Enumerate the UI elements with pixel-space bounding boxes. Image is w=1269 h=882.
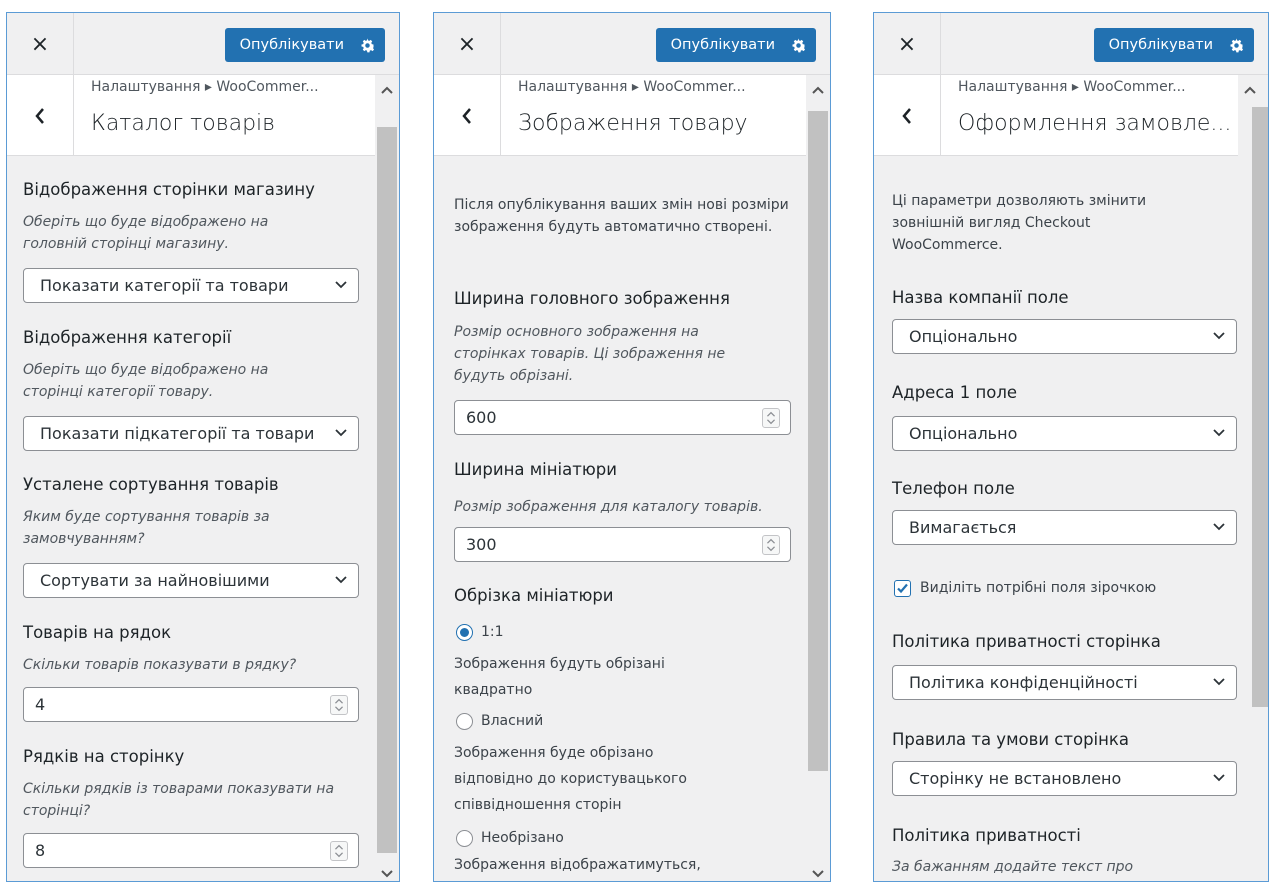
crop-option-desc: Зображення будуть обрізані квадратно (454, 656, 665, 698)
spinner-arrows-icon[interactable] (330, 695, 348, 715)
scrollbar-thumb[interactable] (1252, 107, 1268, 707)
spinner-arrows-icon[interactable] (762, 535, 780, 555)
chevron-down-icon (335, 429, 347, 437)
category-display-desc: Оберіть що буде відображено на сторінці … (23, 362, 269, 400)
chevron-down-icon (1213, 332, 1225, 340)
scroll-up-icon[interactable] (811, 85, 825, 95)
intro-text: Після опублікування ваших змін нові розм… (454, 197, 789, 235)
terms-page-value: Сторінку не встановлено (909, 769, 1122, 788)
shop-display-desc: Оберіть що буде відображено на головній … (23, 214, 269, 252)
scroll-up-icon[interactable] (380, 85, 394, 95)
default-sorting-select[interactable]: Сортувати за найновішими (23, 563, 359, 598)
default-sorting-value: Сортувати за найновішими (40, 571, 270, 590)
crop-option-label: Необрізано (481, 830, 564, 846)
rows-per-page-value: 8 (35, 841, 46, 860)
rows-per-page-heading: Рядків на сторінку (23, 747, 185, 766)
category-display-value: Показати підкатегорії та товари (40, 424, 315, 443)
phone-field-select[interactable]: Вимагається (892, 510, 1237, 545)
phone-field-heading: Телефон поле (892, 479, 1015, 498)
highlight-required-checkbox[interactable] (894, 580, 911, 597)
chevron-down-icon (1213, 678, 1225, 686)
category-display-heading: Відображення категорії (23, 328, 232, 347)
privacy-page-select[interactable]: Політика конфіденційності (892, 665, 1237, 700)
company-field-heading: Назва компанії поле (892, 288, 1069, 307)
products-per-row-value: 4 (35, 695, 46, 714)
products-per-row-input[interactable]: 4 (23, 687, 359, 722)
thumb-width-heading: Ширина мініатюри (454, 460, 617, 479)
gear-icon[interactable] (791, 38, 806, 53)
privacy-page-heading: Політика приватності сторінка (892, 632, 1161, 651)
shop-display-heading: Відображення сторінки магазину (23, 180, 315, 199)
company-field-value: Опціонально (909, 327, 1018, 346)
terms-page-select[interactable]: Сторінку не встановлено (892, 761, 1237, 796)
intro-text: Ці параметри дозволяють змінити зовнішні… (892, 193, 1147, 253)
default-sorting-heading: Усталене сортування товарів (23, 475, 279, 494)
phone-field-value: Вимагається (909, 518, 1017, 537)
crop-option-label: 1:1 (481, 624, 504, 640)
scrollbar[interactable] (375, 75, 399, 881)
settings-form: Відображення сторінки магазину Оберіть щ… (23, 13, 359, 881)
crop-radio-uncropped[interactable] (456, 830, 473, 847)
thumb-width-desc: Розмір зображення для каталогу товарів. (454, 499, 763, 515)
gear-icon[interactable] (1229, 38, 1244, 53)
main-width-heading: Ширина головного зображення (454, 289, 730, 308)
products-per-row-desc: Скільки товарів показувати в рядку? (23, 657, 297, 673)
privacy-page-value: Політика конфіденційності (909, 673, 1138, 692)
category-display-select[interactable]: Показати підкатегорії та товари (23, 416, 359, 451)
rows-per-page-desc: Скільки рядків із товарами показувати на… (23, 781, 335, 819)
scrollbar[interactable] (1238, 75, 1268, 881)
customizer-panel-product-images: × Опублікувати Налаштування ▸ WooCommer.… (433, 12, 831, 882)
address1-field-value: Опціонально (909, 424, 1018, 443)
chevron-down-icon (335, 281, 347, 289)
shop-display-select[interactable]: Показати категорії та товари (23, 268, 359, 303)
scrollbar-thumb[interactable] (808, 111, 828, 771)
crop-option-label: Власний (481, 713, 544, 729)
scrollbar[interactable] (806, 75, 830, 881)
default-sorting-desc: Яким буде сортування товарів за замовчув… (23, 509, 270, 547)
scroll-down-icon[interactable] (811, 869, 825, 879)
crop-option-desc: Зображення буде обрізано відповідно до к… (454, 745, 687, 813)
gear-icon[interactable] (360, 38, 375, 53)
address1-field-select[interactable]: Опціонально (892, 416, 1237, 451)
chevron-down-icon (1213, 774, 1225, 782)
scrollbar-thumb[interactable] (377, 127, 397, 853)
address1-field-heading: Адреса 1 поле (892, 383, 1018, 402)
crop-radio-1-1[interactable] (456, 624, 473, 641)
cropping-heading: Обрізка мініатюри (454, 586, 614, 605)
products-per-row-heading: Товарів на рядок (23, 623, 172, 642)
crop-option-desc: Зображення відображатимуться, (454, 857, 701, 873)
main-width-input[interactable]: 600 (454, 400, 791, 435)
customizer-panel-catalog: × Опублікувати Налаштування ▸ WooCommer.… (6, 12, 400, 882)
main-width-desc: Розмір основного зображення на сторінках… (454, 324, 726, 384)
chevron-down-icon (1213, 523, 1225, 531)
customizer-panel-checkout: × Опублікувати Налаштування ▸ WooCommer.… (873, 12, 1269, 882)
settings-form: Ці параметри дозволяють змінити зовнішні… (892, 13, 1237, 881)
terms-page-heading: Правила та умови сторінка (892, 730, 1130, 749)
company-field-select[interactable]: Опціонально (892, 319, 1237, 354)
thumb-width-value: 300 (466, 535, 497, 554)
thumb-width-input[interactable]: 300 (454, 527, 791, 562)
rows-per-page-input[interactable]: 8 (23, 833, 359, 868)
highlight-required-label: Виділіть потрібні поля зірочкою (920, 580, 1157, 596)
scroll-down-icon[interactable] (380, 869, 394, 879)
settings-form: Після опублікування ваших змін нові розм… (454, 13, 791, 881)
privacy-policy-heading: Політика приватності (892, 826, 1081, 845)
spinner-arrows-icon[interactable] (762, 408, 780, 428)
privacy-policy-desc: За бажанням додайте текст про (892, 859, 1134, 875)
crop-radio-custom[interactable] (456, 713, 473, 730)
main-width-value: 600 (466, 408, 497, 427)
spinner-arrows-icon[interactable] (330, 841, 348, 861)
chevron-down-icon (1213, 429, 1225, 437)
chevron-down-icon (335, 576, 347, 584)
checkmark-icon (897, 583, 908, 594)
shop-display-value: Показати категорії та товари (40, 276, 289, 295)
scroll-up-icon[interactable] (1243, 85, 1257, 95)
